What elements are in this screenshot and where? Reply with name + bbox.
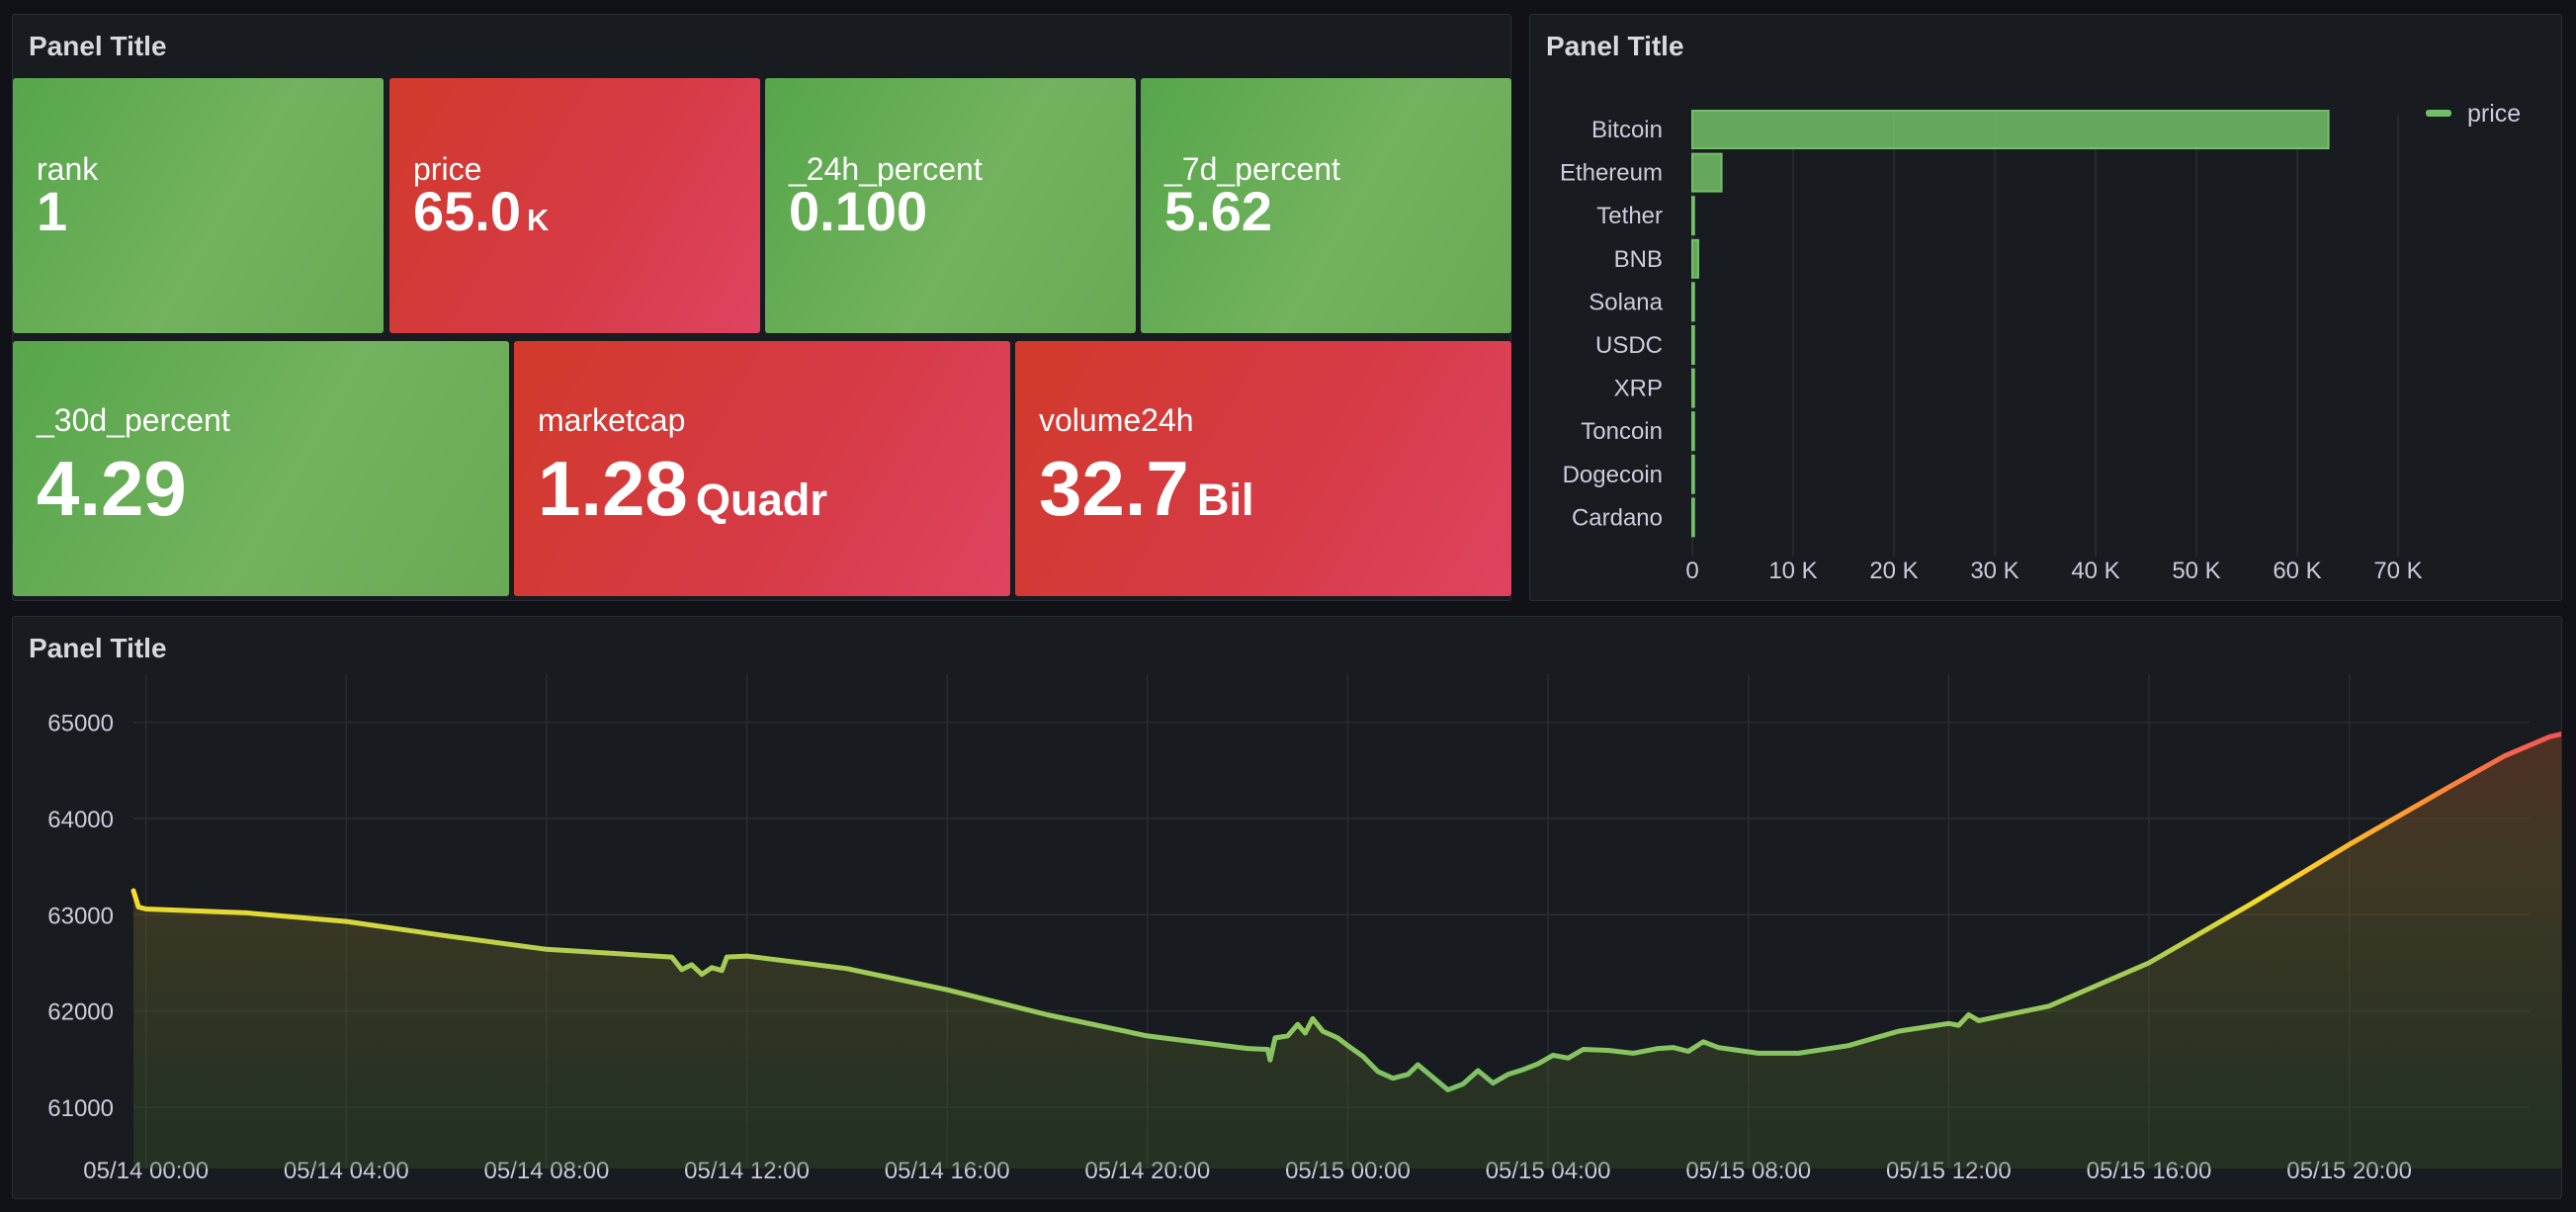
bar bbox=[1691, 282, 1695, 322]
bar bbox=[1691, 238, 1700, 279]
stat-value: 65.0 K bbox=[413, 180, 550, 242]
x-tick-label: 20 K bbox=[1869, 558, 1918, 584]
y-category-label: Tether bbox=[1596, 203, 1663, 229]
stat-label: volume24h bbox=[1039, 402, 1194, 438]
stat-tile-price[interactable]: price 65.0 K bbox=[389, 78, 760, 333]
x-tick-label: 30 K bbox=[1970, 558, 2018, 584]
x-tick-label: 0 bbox=[1685, 558, 1698, 584]
bar bbox=[1691, 454, 1695, 494]
y-tick-label: 64000 bbox=[47, 807, 114, 833]
y-category-label: Solana bbox=[1589, 289, 1663, 315]
y-tick-label: 65000 bbox=[47, 711, 114, 737]
stat-value: 0.100 bbox=[789, 180, 928, 242]
stat-value: 32.7 Bil bbox=[1039, 445, 1254, 532]
y-tick-label: 63000 bbox=[47, 903, 114, 929]
stat-label: marketcap bbox=[538, 402, 686, 438]
bar bbox=[1691, 196, 1695, 236]
y-tick-label: 61000 bbox=[47, 1095, 114, 1122]
stat-tile-24h-percent[interactable]: _24h_percent 0.100 bbox=[765, 78, 1136, 333]
legend-swatch bbox=[2426, 110, 2451, 117]
stat-panel: Panel Title rank 1 price 65.0 K _24h_perc… bbox=[12, 14, 1511, 601]
x-tick-label: 50 K bbox=[2172, 558, 2220, 584]
bar bbox=[1691, 411, 1695, 452]
stat-tile-30d-percent[interactable]: _30d_percent 4.29 bbox=[13, 341, 509, 596]
y-category-label: Toncoin bbox=[1581, 418, 1663, 445]
stat-tile-7d-percent[interactable]: _7d_percent 5.62 bbox=[1141, 78, 1511, 333]
x-tick-label: 10 K bbox=[1768, 558, 1817, 584]
stat-value: 1 bbox=[37, 180, 68, 242]
y-category-label: Cardano bbox=[1572, 504, 1663, 531]
y-tick-label: 62000 bbox=[47, 999, 114, 1026]
stat-value: 4.29 bbox=[37, 445, 187, 532]
bar-chart-panel: Panel Title 0 10 K 20 K 30 K 40 K 50 K 60 K 70 … bbox=[1529, 14, 2562, 601]
stat-value: 1.28 Quadr bbox=[538, 445, 828, 532]
panel-title[interactable]: Panel Title bbox=[29, 31, 167, 62]
bar bbox=[1691, 497, 1695, 538]
bar-chart: 0 10 K 20 K 30 K 40 K 50 K 60 K 70 K Bitcoin Ethe… bbox=[1560, 100, 2521, 584]
stat-label: _30d_percent bbox=[37, 402, 230, 438]
stat-value: 5.62 bbox=[1164, 180, 1272, 242]
legend-label: price bbox=[2467, 100, 2521, 128]
y-category-label: Bitcoin bbox=[1591, 117, 1663, 143]
time-series-chart: 610006200063000640006500005/14 00:00 05/1… bbox=[47, 674, 2561, 1184]
x-tick-label: 40 K bbox=[2071, 558, 2119, 584]
bar bbox=[1691, 110, 2330, 149]
stat-tile-rank[interactable]: rank 1 bbox=[13, 78, 384, 333]
x-tick-label: 70 K bbox=[2373, 558, 2422, 584]
time-series-panel: Panel Title 61000 62000 63000 64000 65000 05/… bbox=[12, 616, 2562, 1199]
y-category-label: Dogecoin bbox=[1563, 462, 1663, 488]
x-tick-label: 60 K bbox=[2273, 558, 2321, 584]
bar bbox=[1691, 152, 1723, 193]
y-category-label: XRP bbox=[1614, 376, 1663, 402]
bar bbox=[1691, 325, 1695, 365]
x-axis-ticks: 0 10 K 20 K 30 K 40 K 50 K 60 K 70 K bbox=[1685, 558, 2422, 584]
y-category-label: USDC bbox=[1595, 332, 1663, 359]
stat-tile-marketcap[interactable]: marketcap 1.28 Quadr bbox=[514, 341, 1010, 596]
stat-tile-volume24h[interactable]: volume24h 32.7 Bil bbox=[1015, 341, 1511, 596]
y-category-label: Ethereum bbox=[1560, 160, 1663, 187]
bar bbox=[1691, 368, 1695, 408]
y-category-label: BNB bbox=[1614, 246, 1663, 273]
